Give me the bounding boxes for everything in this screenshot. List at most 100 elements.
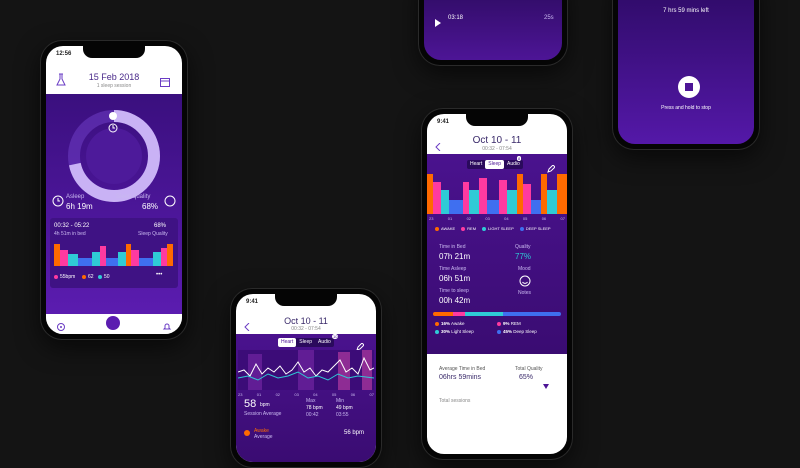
x-tick: 01 [256,392,262,397]
phone-tracking-partial: 7 hrs 59 mins left Press and hold to sto… [612,0,760,150]
mood-label: Mood [518,266,531,272]
stage-pct-awake: 16% [441,321,451,326]
settings-gear-icon[interactable] [56,319,66,331]
phone-heart-session: 9:41 Oct 10 - 11 00:32 - 07:54 Heart Sle… [230,288,382,468]
total-sessions-label: Total sessions [439,398,471,404]
stage-name-deep: Deep Sleep [513,329,537,334]
min-label: Min [336,398,345,404]
x-axis: 23 01 02 03 04 05 06 07 [238,392,374,397]
tab-audio[interactable]: Audio [504,160,523,169]
x-axis: 23 01 02 03 04 05 06 07 [429,216,565,221]
stage-name-light: Light Sleep [451,329,474,334]
recording-time: 03:18 [448,15,464,21]
tab-bar [46,314,182,334]
x-tick: 03 [294,392,299,397]
stage-pct-light: 30% [441,329,451,334]
status-time: 12:56 [56,51,72,57]
avg-bpm-label: Session Average [244,411,282,417]
stop-hint: Press and hold to stop [661,105,711,111]
status-time: 9:41 [437,119,450,125]
stage-name-awake: Awake [451,321,465,326]
stop-button[interactable] [678,76,700,98]
awake-sub: Average [254,434,273,440]
heart-rate-chart [238,350,374,390]
x-tick: 03 [485,216,490,221]
tab-heart[interactable]: Heart [278,338,297,347]
caret-down-icon[interactable] [543,376,549,394]
avg-bpm-value: 58 [244,398,257,410]
sleep-panel: Heart Sleep Audio 8 23 01 02 03 04 05 06… [427,154,567,354]
tab-heart[interactable]: Heart [467,160,485,169]
awake-dot [244,430,250,436]
session-quality: 68% [154,223,167,229]
tab-sleep[interactable]: Sleep [296,338,315,347]
notes-label[interactable]: Notes [518,290,531,296]
max-label: Max [306,398,316,404]
heart-panel: Heart Sleep Audio 10 23 01 02 03 04 05 0… [236,334,376,462]
page-title: Oct 10 - 11 [472,135,522,146]
bell-icon[interactable] [162,319,172,330]
smiley-mood-icon[interactable] [519,274,531,287]
x-tick: 06 [541,216,547,221]
phone-sleep-session: 9:41 Oct 10 - 11 00:32 - 07:54 Heart Sle… [421,108,573,460]
quality-value: 77% [515,252,532,261]
x-tick: 04 [504,216,509,221]
phone-daily-overview: 12:56 15 Feb 2018 1 sleep session Asleep… [40,40,188,340]
total-quality-label: Total Quality [515,366,543,372]
stage-distribution-bar [433,312,561,316]
tab-audio[interactable]: Audio [315,338,334,347]
total-quality-value: 65% [519,374,534,381]
min-value: 49 bpm [336,405,353,411]
averages-card: Average Time in Bed 06hrs 59mins Total Q… [427,360,567,390]
more-icon[interactable]: ••• [156,272,162,278]
hypnogram-chart [427,174,567,214]
clock-small-icon [52,194,64,207]
time-to-sleep-value: 00h 42m [439,296,471,305]
x-tick: 01 [447,216,453,221]
audio-badge: 10 [332,334,339,339]
avg-bpm-unit: bpm [260,402,270,408]
x-tick: 02 [275,392,281,397]
clock-icon [108,120,118,133]
bpm-min: 50 [104,274,110,280]
time-asleep-label: Time Asleep [439,266,467,272]
session-hypnogram [54,244,173,266]
zz-icon [164,194,176,207]
session-time: 00:32 - 05:22 [54,223,90,229]
avg-in-bed-value: 06hrs 59mins [439,374,482,381]
x-tick: 05 [331,392,337,397]
legend-awake: AWAKE [441,226,456,231]
session-card[interactable]: 00:32 - 05:22 4h 51m in bed 68% Sleep Qu… [50,218,178,288]
moon-icon [108,108,118,120]
x-tick: 05 [522,216,528,221]
status-time: 9:41 [246,299,259,305]
x-tick: 06 [350,392,356,397]
legend-rem: REM [467,226,477,231]
sleep-tab-icon[interactable] [106,316,120,330]
segmented-tabs: Heart Sleep Audio [467,160,523,169]
x-tick: 23 [238,392,243,397]
bpm-max: 62 [88,274,94,280]
x-tick: 23 [429,216,434,221]
stage-legend: AWAKE REM LIGHT SLEEP DEEP SLEEP [435,226,551,231]
bpm-avg: 55bpm [60,274,76,280]
session-quality-label: Sleep Quality [138,231,168,237]
awake-bpm: 56 bpm [344,430,365,436]
x-tick: 07 [369,392,374,397]
time-in-bed-label: Time in Bed [439,244,466,250]
legend-deep: DEEP SLEEP [525,226,551,231]
play-icon[interactable] [434,14,442,27]
page-subtitle: 00:32 - 07:54 [291,326,321,332]
avg-in-bed-label: Average Time in Bed [439,366,486,372]
quality-label: Sleep quality [116,194,151,200]
legend-light: LIGHT SLEEP [488,226,514,231]
calendar-icon[interactable] [160,74,170,87]
time-to-sleep-label: Time to sleep [439,288,469,294]
stage-pct-rem: 9% [503,321,510,326]
asleep-label: Asleep [66,194,85,200]
x-tick: 02 [466,216,472,221]
time-left-text: 7 hrs 59 mins left [663,8,709,14]
phone-recording-partial: 03:18 25s [418,0,568,66]
asleep-value: 6h 19m [66,202,93,211]
tab-sleep[interactable]: Sleep [485,160,505,169]
